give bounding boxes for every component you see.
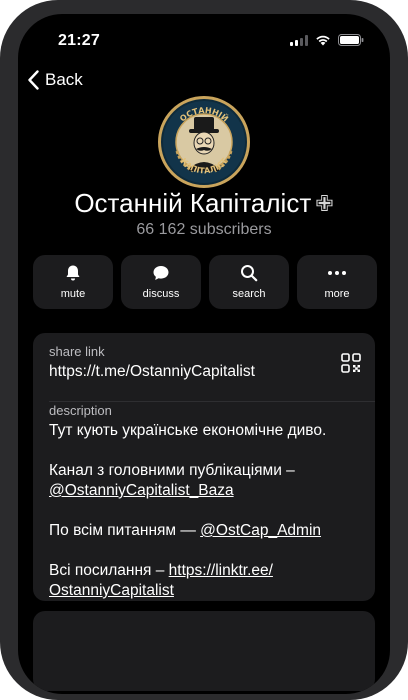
share-link-value[interactable]: https://t.me/OstanniyCapitalist bbox=[49, 363, 255, 381]
search-icon bbox=[241, 265, 258, 282]
qr-code-icon bbox=[341, 353, 361, 373]
mute-button[interactable]: mute bbox=[33, 255, 113, 309]
channel-title: Останній Капіталіст ✙ bbox=[18, 188, 390, 219]
description-label: description bbox=[49, 403, 112, 418]
discuss-button[interactable]: discuss bbox=[121, 255, 201, 309]
channel-name: Останній Капіталіст bbox=[74, 188, 312, 218]
battery-icon bbox=[338, 34, 364, 46]
divider bbox=[49, 401, 375, 402]
action-bar: mute discuss search more bbox=[33, 255, 377, 309]
more-button[interactable]: more bbox=[297, 255, 377, 309]
back-button[interactable]: Back bbox=[28, 70, 83, 90]
baza-channel-link[interactable]: @OstanniyCapitalist_Baza bbox=[49, 482, 234, 499]
bottom-card bbox=[33, 611, 375, 691]
qr-code-button[interactable] bbox=[341, 353, 361, 378]
phone-frame: 21:27 Back ОСТАННІЙ КАПІТАЛІСТ Останній … bbox=[0, 0, 408, 700]
screen: 21:27 Back ОСТАННІЙ КАПІТАЛІСТ Останній … bbox=[18, 14, 390, 694]
search-button[interactable]: search bbox=[209, 255, 289, 309]
description-text: Всі посилання – bbox=[49, 562, 169, 579]
wifi-icon bbox=[315, 34, 331, 46]
discuss-label: discuss bbox=[142, 288, 180, 300]
channel-badge-icon: ✙ bbox=[315, 191, 334, 216]
mute-label: mute bbox=[60, 288, 86, 300]
more-label: more bbox=[324, 288, 350, 300]
share-link-label: share link bbox=[49, 344, 105, 359]
bell-icon bbox=[66, 265, 80, 281]
description-line: Тут кують українське економічне диво. bbox=[49, 422, 327, 439]
channel-logo: ОСТАННІЙ КАПІТАЛІСТ bbox=[163, 101, 245, 183]
description-text: По всім питанням — bbox=[49, 522, 201, 539]
status-icons bbox=[290, 34, 364, 46]
channel-info-card: share link https://t.me/OstanniyCapitali… bbox=[33, 333, 375, 601]
linktree-link[interactable]: https://linktr.ee/ bbox=[169, 562, 273, 579]
chat-bubble-icon bbox=[153, 266, 169, 280]
admin-contact-link[interactable]: @OstCap_Admin bbox=[200, 522, 321, 539]
subscriber-count: 66 162 subscribers bbox=[136, 221, 272, 238]
description-text: Канал з головними публікаціями – bbox=[49, 462, 295, 479]
status-time: 21:27 bbox=[58, 32, 100, 49]
chevron-left-icon bbox=[28, 70, 39, 90]
linktree-link-continued[interactable]: OstanniyCapitalist bbox=[49, 582, 174, 599]
channel-description: Тут кують українське економічне диво. Ка… bbox=[49, 421, 369, 621]
description-paragraph: Канал з головними публікаціями – @Ostann… bbox=[49, 461, 369, 501]
description-paragraph: По всім питанням — @OstCap_Admin bbox=[49, 521, 369, 541]
back-label: Back bbox=[45, 70, 83, 89]
more-dots-icon bbox=[328, 271, 346, 275]
channel-avatar[interactable]: ОСТАННІЙ КАПІТАЛІСТ bbox=[158, 96, 250, 188]
search-label: search bbox=[232, 288, 266, 300]
signal-icon bbox=[290, 34, 308, 46]
description-paragraph: Всі посилання – https://linktr.ee/ Ostan… bbox=[49, 561, 369, 601]
